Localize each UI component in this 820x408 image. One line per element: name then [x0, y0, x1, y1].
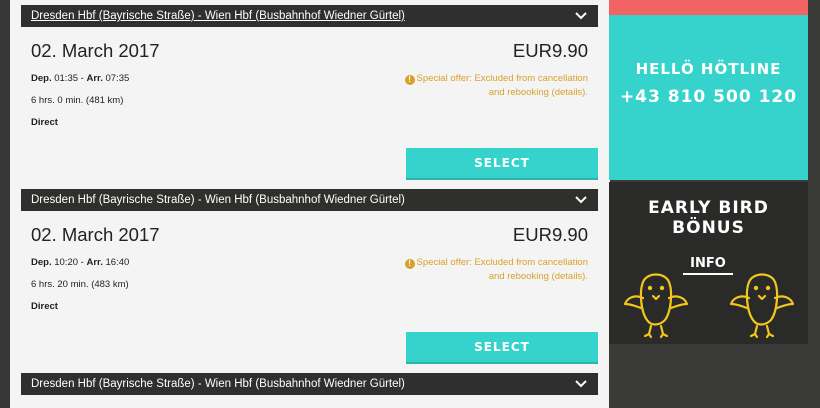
- route-title[interactable]: Dresden Hbf (Bayrische Straße) - Wien Hb…: [31, 10, 405, 22]
- select-button[interactable]: SELECT: [406, 148, 598, 180]
- trip-times: Dep. 10:20 - Arr. 16:40: [31, 257, 130, 268]
- right-edge: [808, 0, 820, 408]
- special-offer-note[interactable]: ! Special offer: Excluded from cancellati…: [388, 72, 588, 100]
- price: EUR9.90: [512, 224, 588, 245]
- offer-card: 02. March 2017 EUR9.90 Dep. 01:35 - Arr.…: [21, 28, 598, 188]
- route-header[interactable]: Dresden Hbf (Bayrische Straße) - Wien Hb…: [21, 5, 598, 27]
- exclamation-circle-icon: !: [404, 259, 415, 269]
- earlybird-title: EARLY BIRD BÖNUS: [648, 198, 769, 238]
- early-bird-banner[interactable]: EARLY BIRD BÖNUS INFO: [609, 182, 808, 344]
- select-button[interactable]: SELECT: [406, 332, 598, 364]
- route-title[interactable]: Dresden Hbf (Bayrische Straße) - Wien Hb…: [31, 194, 405, 206]
- special-offer-text[interactable]: Special offer: Excluded from cancellatio…: [417, 257, 588, 282]
- arr-time: 16:40: [105, 257, 130, 268]
- left-gutter: [0, 0, 10, 408]
- chevron-down-icon[interactable]: [574, 373, 588, 395]
- arr-time: 07:35: [105, 73, 130, 84]
- offer-card: 02. March 2017 EUR9.90 Dep. 10:20 - Arr.…: [21, 212, 598, 372]
- connection-type: Direct: [31, 117, 58, 128]
- arr-label: Arr.: [86, 73, 103, 84]
- route-header[interactable]: Dresden Hbf (Bayrische Straße) - Wien Hb…: [21, 189, 598, 211]
- sidebar-filler: [609, 344, 808, 408]
- hotline-phone[interactable]: +43 810 500 120: [609, 87, 808, 107]
- trip-duration: 6 hrs. 20 min. (483 km): [31, 279, 129, 290]
- chick-icon: [623, 273, 689, 339]
- trip-times: Dep. 01:35 - Arr. 07:35: [31, 73, 130, 84]
- connection-type: Direct: [31, 301, 58, 312]
- trip-duration: 6 hrs. 0 min. (481 km): [31, 95, 124, 106]
- hotline-title: HELLÖ HÖTLINE: [635, 60, 782, 78]
- dep-time: 01:35: [54, 73, 79, 84]
- route-header[interactable]: Dresden Hbf (Bayrische Straße) - Wien Hb…: [21, 373, 598, 395]
- departure-date: 02. March 2017: [31, 40, 160, 61]
- hotline-banner[interactable]: HELLÖ HÖTLINE +43 810 500 120: [609, 0, 808, 180]
- dep-time: 10:20: [54, 257, 79, 268]
- dep-label: Dep.: [31, 257, 52, 268]
- special-offer-text[interactable]: Special offer: Excluded from cancellatio…: [417, 73, 588, 98]
- sidebar: HELLÖ HÖTLINE +43 810 500 120 EARLY BIRD…: [609, 0, 808, 408]
- price: EUR9.90: [512, 40, 588, 61]
- chevron-down-icon[interactable]: [574, 5, 588, 27]
- exclamation-circle-icon: !: [404, 75, 415, 85]
- special-offer-note[interactable]: ! Special offer: Excluded from cancellati…: [388, 256, 588, 284]
- arr-label: Arr.: [86, 257, 103, 268]
- chick-icon: [729, 273, 795, 339]
- departure-date: 02. March 2017: [31, 224, 160, 245]
- route-title[interactable]: Dresden Hbf (Bayrische Straße) - Wien Hb…: [31, 378, 405, 390]
- dep-label: Dep.: [31, 73, 52, 84]
- chevron-down-icon[interactable]: [574, 189, 588, 211]
